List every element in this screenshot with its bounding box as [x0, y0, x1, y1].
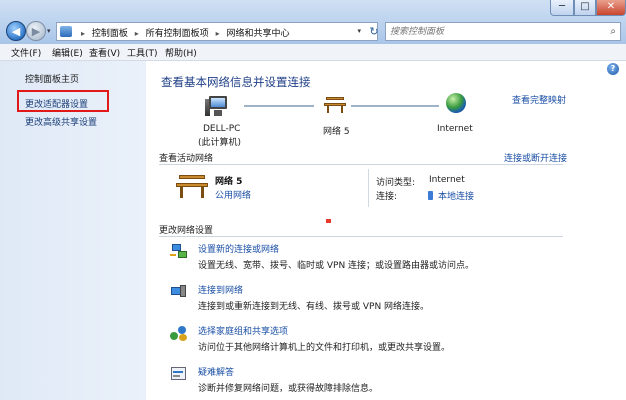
menu-file[interactable]: 文件(F) [11, 46, 41, 59]
back-button[interactable]: ◀ [6, 21, 26, 41]
minimize-button[interactable]: ─ [550, 0, 574, 16]
access-type-value: Internet [429, 175, 465, 185]
task-description: 访问位于其他网络计算机上的文件和打印机，或更改共享设置。 [198, 343, 451, 353]
forward-button[interactable]: ▶ [26, 21, 46, 41]
active-network-name: 网络 5 [215, 177, 243, 187]
new-connection-link[interactable]: 设置新的连接或网络 [198, 242, 279, 255]
left-navigation-pane: 控制面板主页 更改适配器设置 更改高级共享设置 [0, 61, 146, 400]
connect-disconnect-link[interactable]: 连接或断开连接 [504, 151, 567, 164]
task-description: 连接到或重新连接到无线、有线、拨号或 VPN 网络连接。 [198, 302, 430, 312]
menu-tools[interactable]: 工具(T) [127, 46, 158, 59]
pc-sub-label: (此计算机) [198, 138, 242, 148]
control-panel-home-link[interactable]: 控制面板主页 [25, 72, 79, 85]
control-panel-icon [60, 26, 72, 37]
advanced-sharing-settings-link[interactable]: 更改高级共享设置 [25, 115, 97, 128]
active-network-bench-icon [176, 172, 208, 198]
troubleshoot-link[interactable]: 疑难解答 [198, 365, 234, 378]
breadcrumb-network-center[interactable]: 网络和共享中心 [226, 29, 289, 39]
help-icon[interactable]: ? [607, 63, 619, 75]
breadcrumb: ▸ 控制面板 ▸ 所有控制面板项 ▸ 网络和共享中心 [77, 26, 289, 39]
address-bar[interactable]: ▸ 控制面板 ▸ 所有控制面板项 ▸ 网络和共享中心 ▾ [56, 22, 378, 41]
search-box[interactable]: ⌕ [385, 22, 621, 41]
menu-view[interactable]: 查看(V) [89, 46, 120, 59]
map-connection-line [351, 105, 439, 107]
breadcrumb-all-items[interactable]: 所有控制面板项 [146, 29, 209, 39]
homegroup-icon [170, 324, 188, 342]
change-settings-header: 更改网络设置 [159, 226, 214, 236]
breadcrumb-root-arrow[interactable]: ▸ [81, 29, 85, 38]
task-description: 设置无线、宽带、拨号、临时或 VPN 连接；或设置路由器或访问点。 [198, 261, 475, 271]
menu-edit[interactable]: 编辑(E) [52, 46, 83, 59]
breadcrumb-separator[interactable]: ▸ [216, 29, 220, 38]
section-divider [159, 236, 563, 237]
connect-network-link[interactable]: 连接到网络 [198, 283, 243, 296]
search-icon[interactable]: ⌕ [610, 26, 616, 37]
address-dropdown-icon[interactable]: ▾ [357, 27, 361, 35]
network-label: 网络 5 [323, 127, 350, 137]
troubleshoot-icon [170, 365, 188, 383]
main-content: ? 查看基本网络信息并设置连接 查看完整映射 DELL-PC (此计算机) 网络… [146, 61, 626, 400]
active-networks-header: 查看活动网络 [159, 154, 214, 164]
refresh-button[interactable]: ↻ [366, 22, 382, 41]
close-button[interactable]: ✕ [596, 0, 626, 16]
change-adapter-settings-link[interactable]: 更改适配器设置 [25, 97, 88, 110]
map-connection-line [244, 105, 314, 107]
pc-name-label: DELL-PC [203, 124, 241, 134]
task-description: 诊断并修复网络问题，或获得故障排除信息。 [198, 384, 379, 394]
wired-connection-icon [428, 191, 433, 200]
recent-pages-dropdown[interactable]: ▾ [47, 27, 51, 35]
vertical-separator [368, 169, 369, 207]
new-connection-icon [170, 242, 188, 260]
close-icon: ✕ [606, 1, 616, 12]
back-arrow-icon: ◀ [11, 25, 21, 38]
internet-label: Internet [437, 124, 473, 134]
local-connection-text[interactable]: 本地连接 [438, 192, 474, 202]
breadcrumb-control-panel[interactable]: 控制面板 [92, 29, 128, 39]
access-type-label: 访问类型: [376, 178, 416, 188]
network-bench-icon[interactable] [324, 95, 346, 113]
view-full-map-link[interactable]: 查看完整映射 [512, 93, 566, 106]
section-divider [159, 164, 563, 165]
search-input[interactable] [390, 25, 600, 39]
red-marker [326, 219, 331, 223]
menu-bar: 文件(F) 编辑(E) 查看(V) 工具(T) 帮助(H) [0, 44, 626, 61]
menu-help[interactable]: 帮助(H) [165, 46, 197, 59]
forward-arrow-icon: ▶ [31, 25, 41, 38]
minimize-icon: ─ [558, 1, 566, 12]
window-titlebar: ─ □ ✕ ◀ ▶ ▾ ▸ 控制面板 ▸ 所有控制面板项 ▸ 网络和共享中心 ▾… [0, 0, 626, 44]
internet-globe-icon[interactable] [446, 93, 466, 113]
breadcrumb-separator[interactable]: ▸ [135, 29, 139, 38]
page-title: 查看基本网络信息并设置连接 [161, 75, 311, 89]
maximize-icon: □ [580, 1, 590, 12]
computer-icon [205, 96, 229, 118]
homegroup-sharing-link[interactable]: 选择家庭组和共享选项 [198, 324, 288, 337]
maximize-button[interactable]: □ [574, 0, 596, 16]
connection-label: 连接: [376, 192, 398, 202]
connect-network-icon [170, 283, 188, 301]
local-connection-link[interactable]: 本地连接 [428, 189, 474, 202]
network-type-link[interactable]: 公用网络 [215, 188, 251, 201]
